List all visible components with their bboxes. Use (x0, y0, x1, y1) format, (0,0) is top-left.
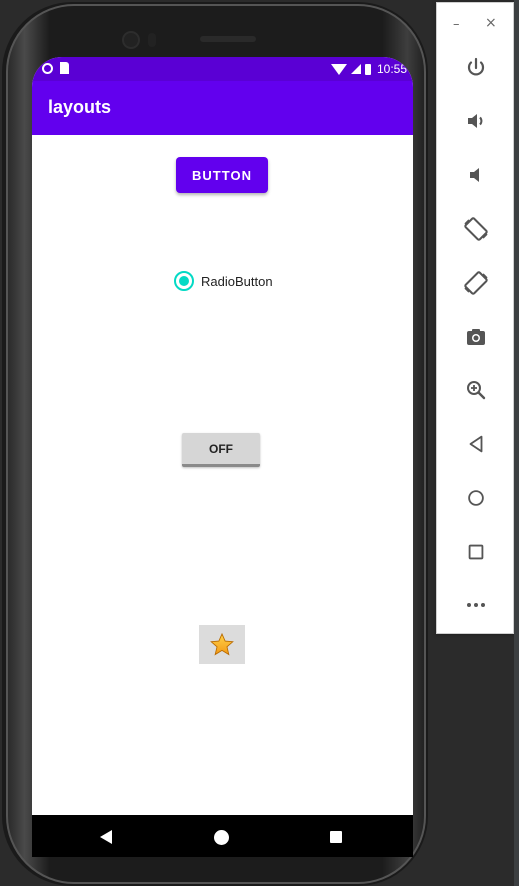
rotate-right-button[interactable] (461, 268, 491, 298)
star-image-button[interactable] (199, 625, 245, 664)
radio-checked-dot (179, 276, 189, 286)
more-button[interactable] (461, 590, 491, 620)
rotate-left-icon (464, 217, 488, 241)
navigation-bar (32, 815, 413, 857)
back-icon (469, 435, 483, 453)
status-bar: 10:55 (32, 57, 413, 81)
overview-icon (468, 544, 484, 560)
emulator-window-controls: – × (437, 3, 515, 43)
volume-down-icon (470, 168, 479, 182)
battery-icon (364, 63, 371, 75)
phone-camera (122, 31, 140, 49)
power-button[interactable] (461, 53, 491, 83)
emulator-toolbar: – × (436, 2, 514, 634)
signal-icon (350, 64, 361, 74)
volume-up-button[interactable] (461, 106, 491, 136)
overview-button[interactable] (461, 537, 491, 567)
star-icon (210, 632, 234, 655)
minimize-button[interactable]: – (453, 17, 460, 32)
nav-back-icon[interactable] (100, 830, 112, 844)
volume-up-icon (468, 114, 483, 128)
radio-label[interactable]: RadioButton (201, 274, 273, 289)
app-title: layouts (48, 97, 112, 117)
phone-sensor (148, 33, 156, 47)
phone-speaker (200, 36, 256, 42)
rotate-left-button[interactable] (461, 214, 491, 244)
toggle-button[interactable]: OFF (182, 433, 260, 467)
nav-recents-icon[interactable] (330, 831, 342, 843)
volume-down-button[interactable] (461, 160, 491, 190)
camera-icon (467, 329, 485, 345)
wifi-icon (330, 63, 347, 75)
radio-indicator[interactable] (174, 271, 194, 291)
notification-icon (42, 63, 53, 74)
rotate-right-icon (464, 271, 488, 295)
status-right: 10:55 (330, 60, 407, 78)
ide-right-edge (514, 0, 519, 886)
radio-button[interactable]: RadioButton (174, 269, 273, 293)
close-button[interactable]: × (485, 15, 497, 31)
primary-button[interactable]: BUTTON (176, 157, 268, 193)
screenshot-button[interactable] (461, 322, 491, 352)
back-button[interactable] (461, 429, 491, 459)
device-screen: 10:55 layouts BUTTON RadioButton OFF (32, 57, 413, 857)
zoom-in-icon (467, 381, 486, 400)
app-bar: layouts (32, 81, 413, 135)
sd-card-icon (60, 62, 69, 74)
more-icon (467, 603, 485, 607)
status-time: 10:55 (376, 62, 407, 76)
power-icon (467, 57, 485, 76)
home-icon (468, 490, 484, 506)
nav-home-icon[interactable] (214, 830, 229, 845)
zoom-button[interactable] (461, 375, 491, 405)
home-button[interactable] (461, 483, 491, 513)
